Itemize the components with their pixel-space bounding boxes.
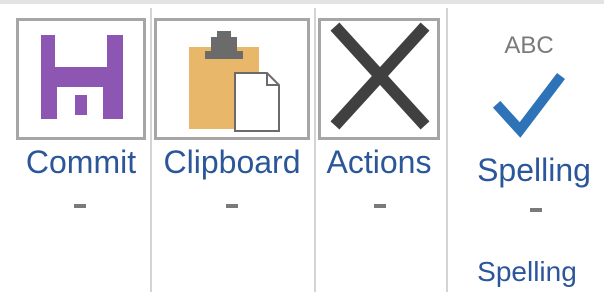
- commit-label[interactable]: Commit: [16, 144, 146, 180]
- spelling-button[interactable]: ABC: [464, 20, 594, 148]
- actions-button[interactable]: [318, 18, 440, 140]
- actions-label[interactable]: Actions: [318, 144, 440, 180]
- group-separator: [314, 8, 316, 292]
- actions-dropdown-arrow[interactable]: [374, 204, 386, 208]
- commit-button[interactable]: [16, 18, 146, 140]
- clipboard-button[interactable]: [154, 18, 310, 140]
- spelling-dropdown-arrow[interactable]: [530, 208, 542, 212]
- group-separator: [150, 8, 152, 292]
- clipboard-paste-icon: [189, 31, 280, 132]
- spelling-label[interactable]: Spelling: [464, 152, 604, 188]
- group-separator: [446, 8, 448, 292]
- save-floppy-icon: [41, 35, 123, 119]
- close-x-icon: [330, 22, 430, 130]
- spelling-check-icon: [492, 72, 566, 138]
- clipboard-label[interactable]: Clipboard: [154, 144, 310, 180]
- clipboard-dropdown-arrow[interactable]: [226, 204, 238, 208]
- ribbon-top-border: [0, 0, 604, 4]
- spelling-group-label: Spelling: [477, 256, 577, 287]
- commit-dropdown-arrow[interactable]: [74, 204, 86, 208]
